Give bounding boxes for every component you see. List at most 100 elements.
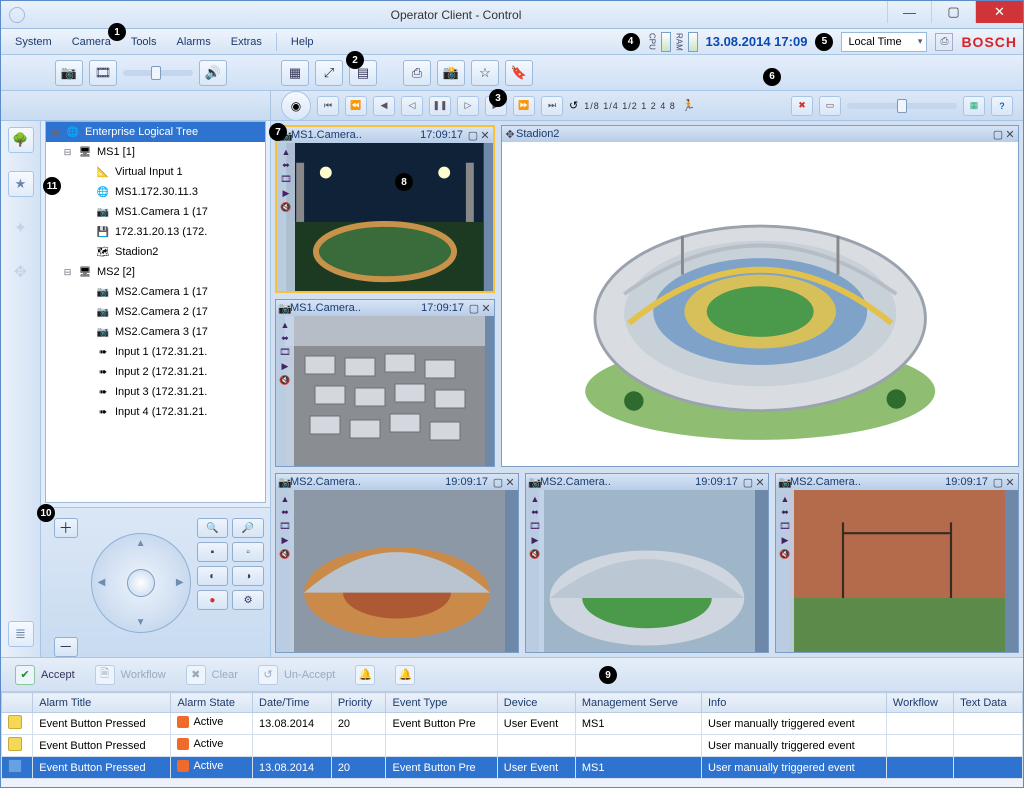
alarm-unaccept-button[interactable]: ↺Un-Accept xyxy=(258,665,335,685)
ptz-minus-icon[interactable]: － xyxy=(54,637,78,657)
ptz-iris-open-icon[interactable]: ◐ xyxy=(197,566,229,586)
play-back-icon[interactable]: ◁ xyxy=(401,96,423,116)
cameo-pane-b3[interactable]: 📷 MS2.Camera.. 19:09:17 ▢ ✕ ▲⬌🎞▶🔇 xyxy=(775,473,1019,653)
ptz-focus-near-icon[interactable]: ▪ xyxy=(197,542,229,562)
b2-close-icon[interactable]: ✕ xyxy=(754,476,766,489)
tree-node[interactable]: 🗺Stadion2 xyxy=(46,242,265,262)
sidetab-list-icon[interactable]: ≣ xyxy=(8,621,34,647)
alarm-col-header[interactable]: Management Serve xyxy=(575,693,701,713)
print-icon-2[interactable]: ⎙ xyxy=(403,60,431,86)
b3-side-controls[interactable]: ▲⬌🎞▶🔇 xyxy=(776,490,794,652)
fullscreen-icon[interactable]: ⤢ xyxy=(315,60,343,86)
menu-help[interactable]: Help xyxy=(283,33,322,51)
close-pane-icon[interactable]: ✖ xyxy=(791,96,813,116)
tree-node[interactable]: ➠Input 4 (172.31.21. xyxy=(46,402,265,422)
map-close-icon[interactable]: ✕ xyxy=(1004,128,1016,141)
ptz-rec-icon[interactable]: ● xyxy=(197,590,229,610)
snapshot-icon[interactable]: 📸 xyxy=(437,60,465,86)
cameo-pane-2[interactable]: 📷 MS1.Camera.. 17:09:17 ▢ ✕ ▲⬌🎞▶🔇 xyxy=(275,299,495,467)
alarm-clear-button[interactable]: ✖Clear xyxy=(186,665,238,685)
cameo-pane-map[interactable]: ✥ Stadion2 ▢ ✕ xyxy=(501,125,1019,467)
sidetab-star-icon[interactable]: ✦ xyxy=(8,215,34,241)
play-fwd-icon[interactable]: ▷ xyxy=(457,96,479,116)
map-max-icon[interactable]: ▢ xyxy=(992,128,1004,141)
running-man-icon[interactable]: 🏃 xyxy=(682,99,696,112)
frame-back-icon[interactable]: ◀ xyxy=(373,96,395,116)
alarm-col-header[interactable]: Info xyxy=(702,693,887,713)
menu-extras[interactable]: Extras xyxy=(223,33,270,51)
pane1-close-icon[interactable]: ✕ xyxy=(479,129,491,142)
alarm-flag-button[interactable]: 🔔 xyxy=(355,665,375,685)
pane2-close-icon[interactable]: ✕ xyxy=(480,302,492,315)
step-fwd-icon[interactable]: ⏩ xyxy=(513,96,535,116)
tree-slider[interactable] xyxy=(123,70,193,76)
bookmark-icon[interactable]: 🔖 xyxy=(505,60,533,86)
alarm-bell-button[interactable]: 🔔 xyxy=(395,665,415,685)
maximize-button[interactable]: ▢ xyxy=(931,1,975,23)
b1-max-icon[interactable]: ▢ xyxy=(492,476,504,489)
tree-node[interactable]: 💾172.31.20.13 (172. xyxy=(46,222,265,242)
pane2-max-icon[interactable]: ▢ xyxy=(468,302,480,315)
alarm-col-header[interactable]: Alarm State xyxy=(171,693,253,713)
menu-system[interactable]: System xyxy=(7,33,60,51)
menu-alarms[interactable]: Alarms xyxy=(169,33,219,51)
sidetab-tree-icon[interactable]: 🌳 xyxy=(8,127,34,153)
favorite-icon[interactable]: ☆ xyxy=(471,60,499,86)
alarm-workflow-button[interactable]: 🗎Workflow xyxy=(95,665,166,685)
alarm-col-header[interactable]: Device xyxy=(497,693,575,713)
tree-node[interactable]: 📷MS1.Camera 1 (17 xyxy=(46,202,265,222)
tree-node[interactable]: 🌐MS1.172.30.11.3 xyxy=(46,182,265,202)
pause-icon[interactable]: ❚❚ xyxy=(429,96,451,116)
cameo-pane-1[interactable]: 📷 MS1.Camera.. 17:09:17 ▢ ✕ ▲⬌🎞▶🔇 8 xyxy=(275,125,495,293)
b1-side-controls[interactable]: ▲⬌🎞▶🔇 xyxy=(276,490,294,652)
tree-node[interactable]: ➠Input 1 (172.31.21. xyxy=(46,342,265,362)
ptz-focus-far-icon[interactable]: ▫ xyxy=(232,542,264,562)
skip-fwd-icon[interactable]: ⏭ xyxy=(541,96,563,116)
tree-node[interactable]: ➠Input 3 (172.31.21. xyxy=(46,382,265,402)
jog-dial-icon[interactable]: ◉ xyxy=(281,91,311,121)
ptz-joystick[interactable]: ▲ ▼ ◀ ▶ xyxy=(91,533,191,633)
ptz-knob[interactable] xyxy=(127,569,155,597)
ptz-aux-icon[interactable]: ⚙ xyxy=(232,590,264,610)
step-back-icon[interactable]: ⏪ xyxy=(345,96,367,116)
layout-1-icon[interactable]: ▦ xyxy=(281,60,309,86)
timezone-dropdown[interactable]: Local Time xyxy=(841,32,927,52)
b2-side-controls[interactable]: ▲⬌🎞▶🔇 xyxy=(526,490,544,652)
logical-tree[interactable]: ▣🌐Enterprise Logical Tree ⊟🖥MS1 [1]📐Virt… xyxy=(45,121,266,503)
pane1-max-icon[interactable]: ▢ xyxy=(467,129,479,142)
alarm-col-header[interactable]: Workflow xyxy=(886,693,953,713)
cameo-pane-b2[interactable]: 📷 MS2.Camera.. 19:09:17 ▢ ✕ ▲⬌🎞▶🔇 xyxy=(525,473,769,653)
tree-node[interactable]: 📷MS2.Camera 3 (17 xyxy=(46,322,265,342)
menu-tools[interactable]: Tools xyxy=(123,33,165,51)
print-icon[interactable]: ⎙ xyxy=(935,33,953,51)
tree-node[interactable]: 📷MS2.Camera 2 (17 xyxy=(46,302,265,322)
alarm-row[interactable]: Event Button PressedActive13.08.201420Ev… xyxy=(2,757,1023,779)
close-button[interactable]: ✕ xyxy=(975,1,1023,23)
repeat-icon[interactable]: ↺ xyxy=(569,99,578,112)
alarm-col-header[interactable]: Date/Time xyxy=(253,693,332,713)
ptz-plus-icon[interactable]: ＋ xyxy=(54,518,78,538)
tree-node[interactable]: 📷MS2.Camera 1 (17 xyxy=(46,282,265,302)
tree-node[interactable]: ⊟🖥MS1 [1] xyxy=(46,142,265,162)
tree-node[interactable]: ⊟🖥MS2 [2] xyxy=(46,262,265,282)
alarm-grid[interactable]: Alarm TitleAlarm StateDate/TimePriorityE… xyxy=(1,691,1023,787)
layout-slider[interactable] xyxy=(847,103,957,109)
alarm-col-header[interactable]: Alarm Title xyxy=(33,693,171,713)
add-row-icon[interactable]: ▦ xyxy=(963,96,985,116)
pane2-side-controls[interactable]: ▲⬌🎞▶🔇 xyxy=(276,316,294,466)
alarm-row[interactable]: Event Button PressedActive13.08.201420Ev… xyxy=(2,713,1023,735)
alarm-row[interactable]: Event Button PressedActiveUser manually … xyxy=(2,735,1023,757)
alarm-col-header[interactable] xyxy=(2,693,33,713)
b3-max-icon[interactable]: ▢ xyxy=(992,476,1004,489)
tree-node[interactable]: 📐Virtual Input 1 xyxy=(46,162,265,182)
playback-mode-icon[interactable]: 🎞 xyxy=(89,60,117,86)
live-mode-icon[interactable]: 📷 xyxy=(55,60,83,86)
cameo-pane-b1[interactable]: 📷 MS2.Camera.. 19:09:17 ▢ ✕ ▲⬌🎞▶🔇 xyxy=(275,473,519,653)
ptz-iris-close-icon[interactable]: ◑ xyxy=(232,566,264,586)
skip-back-icon[interactable]: ⏮ xyxy=(317,96,339,116)
sidetab-fav-icon[interactable]: ★ xyxy=(8,171,34,197)
tree-root-label[interactable]: Enterprise Logical Tree xyxy=(85,126,198,138)
sidetab-compass-icon[interactable]: ✥ xyxy=(8,259,34,285)
pane1-side-controls[interactable]: ▲⬌🎞▶🔇 xyxy=(277,143,295,291)
minimize-button[interactable]: — xyxy=(887,1,931,23)
